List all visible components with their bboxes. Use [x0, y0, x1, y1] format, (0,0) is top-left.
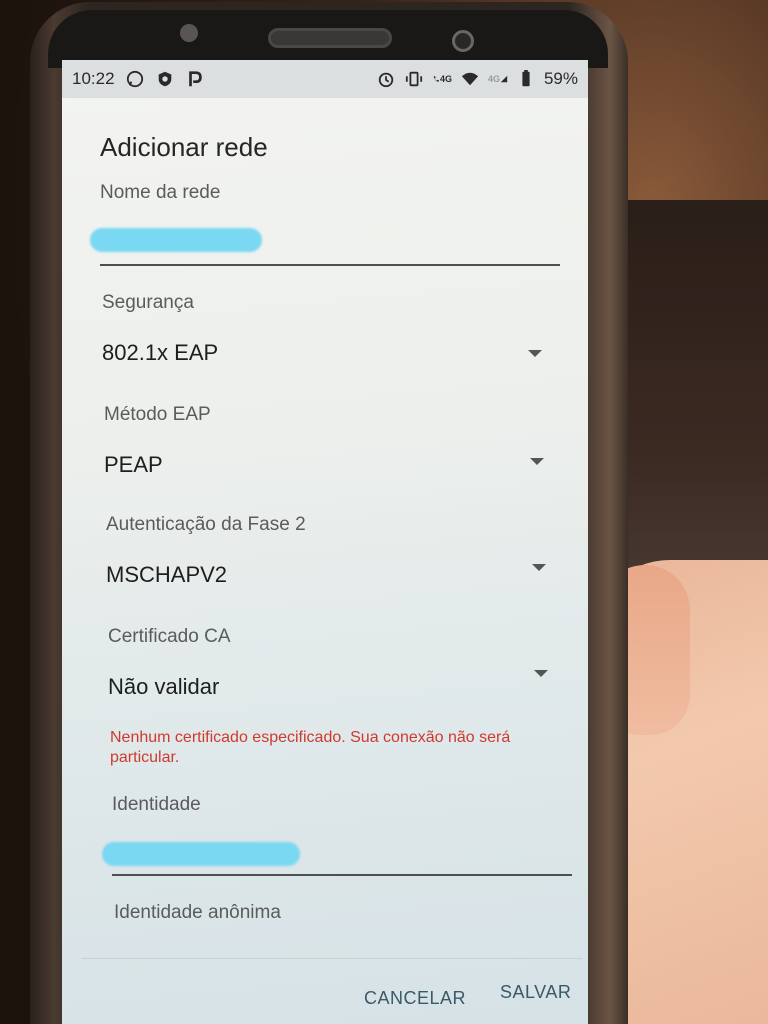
- wifi-icon: [460, 69, 480, 89]
- vibrate-icon: [404, 69, 424, 89]
- save-button[interactable]: SALVAR: [500, 982, 571, 1003]
- chevron-down-icon: [528, 350, 542, 357]
- phase2-label: Autenticação da Fase 2: [106, 514, 306, 535]
- front-camera: [452, 30, 474, 52]
- phase2-value: MSCHAPV2: [106, 562, 228, 587]
- battery-percentage: 59%: [543, 69, 578, 88]
- security-value: 802.1x EAP: [102, 340, 219, 365]
- certificate-warning: Nenhum certificado especificado. Sua con…: [110, 729, 511, 766]
- earpiece-speaker: [268, 28, 392, 48]
- cancel-button[interactable]: CANCELAR: [364, 988, 466, 1009]
- security-label: Segurança: [102, 292, 194, 313]
- mobile-data-label: 4G: [487, 74, 500, 84]
- p-app-icon: [185, 69, 205, 89]
- ca-certificate-value: Não validar: [108, 674, 220, 699]
- redacted-network-name: [90, 228, 262, 252]
- status-bar: 10:22 4G 4G 59%: [62, 60, 588, 98]
- ca-certificate-label: Certificado CA: [108, 626, 231, 647]
- dialog-divider: [82, 958, 582, 959]
- proximity-sensor: [180, 24, 198, 42]
- eap-method-select[interactable]: PEAP: [104, 446, 554, 486]
- network-name-label: Nome da rede: [100, 182, 221, 203]
- redacted-identity: [102, 842, 300, 866]
- network-name-field[interactable]: [90, 220, 560, 268]
- identity-underline: [112, 874, 572, 876]
- status-time: 10:22: [72, 69, 115, 88]
- chevron-down-icon: [530, 458, 544, 465]
- identity-label: Identidade: [112, 794, 201, 815]
- network-type-label: 4G: [439, 74, 452, 84]
- battery-icon: [516, 69, 536, 89]
- chevron-down-icon: [532, 564, 546, 571]
- chevron-down-icon: [534, 670, 548, 677]
- signal-icon: 4G: [488, 69, 508, 89]
- eap-method-value: PEAP: [104, 452, 163, 477]
- phone-screen: 10:22 4G 4G 59% Adicionar rede Nome da r…: [62, 60, 588, 1024]
- ca-certificate-select[interactable]: Não validar: [108, 668, 558, 708]
- dialog-title: Adicionar rede: [100, 132, 268, 162]
- alarm-icon: [376, 69, 396, 89]
- eap-method-label: Método EAP: [104, 404, 211, 425]
- identity-field[interactable]: [102, 834, 572, 882]
- whatsapp-icon: [125, 69, 145, 89]
- anonymous-identity-field[interactable]: Identidade anônima: [114, 902, 281, 924]
- network-name-underline: [100, 264, 560, 266]
- background-wall: [612, 200, 768, 620]
- volte-call-icon: 4G: [432, 69, 452, 89]
- phase2-select[interactable]: MSCHAPV2: [106, 556, 556, 596]
- shield-icon: [155, 69, 175, 89]
- security-select[interactable]: 802.1x EAP: [100, 334, 550, 374]
